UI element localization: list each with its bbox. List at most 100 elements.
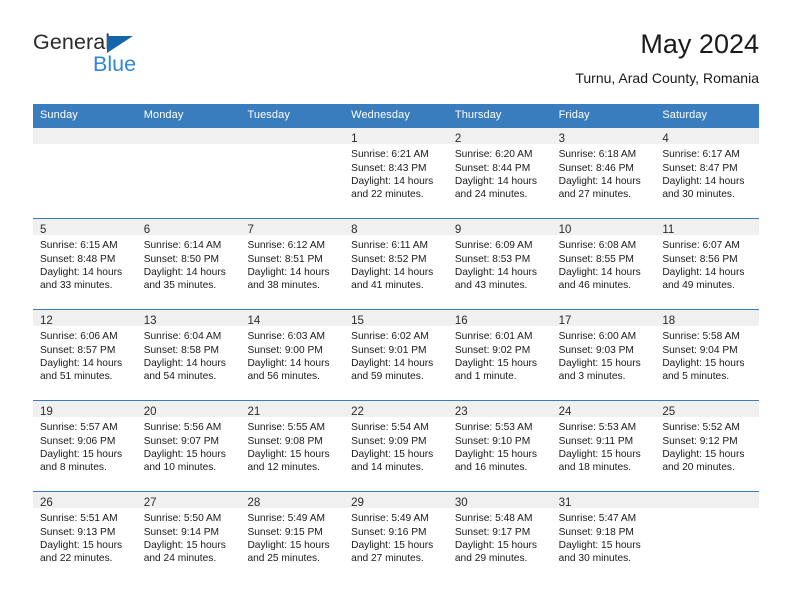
day-number-band: 31 (551, 492, 656, 509)
day-cell[interactable]: 11 Sunrise: 6:07 AM Sunset: 8:56 PM Dayl… (655, 219, 760, 310)
daylight-text-line2: and 1 minute. (454, 371, 517, 383)
daylight-text-line2: and 20 minutes. (662, 462, 735, 474)
sunset-text: Sunset: 9:14 PM (143, 526, 220, 538)
day-cell[interactable]: 19 Sunrise: 5:57 AM Sunset: 9:06 PM Dayl… (33, 401, 137, 492)
day-cell[interactable]: 1 Sunrise: 6:21 AM Sunset: 8:43 PM Dayli… (344, 128, 448, 219)
day-cell[interactable]: 28 Sunrise: 5:49 AM Sunset: 9:15 PM Dayl… (240, 492, 345, 583)
day-cell[interactable]: 24 Sunrise: 5:53 AM Sunset: 9:11 PM Dayl… (551, 401, 656, 492)
day-cell[interactable]: 17 Sunrise: 6:00 AM Sunset: 9:03 PM Dayl… (551, 310, 656, 401)
sunrise-text: Sunrise: 6:03 AM (247, 331, 326, 343)
general-blue-logo[interactable]: General Blue (33, 30, 253, 90)
day-number-band: 19 (33, 401, 137, 418)
day-cell[interactable]: 8 Sunrise: 6:11 AM Sunset: 8:52 PM Dayli… (344, 219, 448, 310)
day-number-band: 13 (136, 310, 241, 327)
day-cell[interactable]: 20 Sunrise: 5:56 AM Sunset: 9:07 PM Dayl… (136, 401, 241, 492)
day-details: Sunrise: 6:12 AM Sunset: 8:51 PM Dayligh… (240, 235, 344, 293)
sunset-text: Sunset: 9:02 PM (454, 344, 531, 356)
day-number: 9 (454, 224, 462, 237)
daylight-text-line2: and 43 minutes. (454, 280, 528, 292)
sunset-text: Sunset: 8:47 PM (662, 162, 738, 174)
day-number-band: 1 (344, 128, 448, 145)
daylight-text-line2: and 22 minutes. (40, 553, 113, 565)
day-number-band: 2 (447, 128, 552, 145)
day-cell[interactable]: 14 Sunrise: 6:03 AM Sunset: 9:00 PM Dayl… (240, 310, 345, 401)
day-cell[interactable]: 9 Sunrise: 6:09 AM Sunset: 8:53 PM Dayli… (447, 219, 552, 310)
day-cell[interactable]: 16 Sunrise: 6:01 AM Sunset: 9:02 PM Dayl… (447, 310, 552, 401)
day-number-band (136, 128, 241, 145)
day-number: 30 (454, 497, 468, 510)
day-cell[interactable]: 30 Sunrise: 5:48 AM Sunset: 9:17 PM Dayl… (447, 492, 552, 583)
day-cell[interactable]: 22 Sunrise: 5:54 AM Sunset: 9:09 PM Dayl… (344, 401, 448, 492)
daylight-text-line2: and 5 minutes. (662, 371, 730, 383)
sunset-text: Sunset: 8:58 PM (143, 344, 220, 356)
weekday-header-thursday: Thursday (454, 109, 502, 121)
calendar-grid: Sunday Monday Tuesday Wednesday Thursday… (33, 104, 760, 583)
day-number-band: 14 (240, 310, 345, 327)
sunset-text: Sunset: 9:16 PM (351, 526, 427, 538)
day-cell[interactable]: 29 Sunrise: 5:49 AM Sunset: 9:16 PM Dayl… (344, 492, 448, 583)
day-cell[interactable] (655, 492, 760, 583)
week-row: 12 Sunrise: 6:06 AM Sunset: 8:57 PM Dayl… (33, 309, 760, 401)
day-cell[interactable]: 13 Sunrise: 6:04 AM Sunset: 8:58 PM Dayl… (136, 310, 241, 401)
day-cell[interactable]: 26 Sunrise: 5:51 AM Sunset: 9:13 PM Dayl… (33, 492, 137, 583)
weekday-header-row: Sunday Monday Tuesday Wednesday Thursday… (33, 104, 759, 128)
day-cell[interactable]: 6 Sunrise: 6:14 AM Sunset: 8:50 PM Dayli… (136, 219, 241, 310)
day-cell[interactable]: 27 Sunrise: 5:50 AM Sunset: 9:14 PM Dayl… (136, 492, 241, 583)
day-cell[interactable]: 18 Sunrise: 5:58 AM Sunset: 9:04 PM Dayl… (655, 310, 760, 401)
daylight-text-line1: Daylight: 15 hours (454, 540, 537, 551)
day-cell[interactable]: 23 Sunrise: 5:53 AM Sunset: 9:10 PM Dayl… (447, 401, 552, 492)
sunset-text: Sunset: 9:07 PM (143, 435, 220, 447)
sunrise-text: Sunrise: 6:21 AM (351, 149, 429, 161)
day-cell[interactable]: 3 Sunrise: 6:18 AM Sunset: 8:46 PM Dayli… (551, 128, 656, 219)
day-details: Sunrise: 5:55 AM Sunset: 9:08 PM Dayligh… (240, 417, 344, 475)
day-details: Sunrise: 6:11 AM Sunset: 8:52 PM Dayligh… (344, 235, 448, 293)
sunrise-text: Sunrise: 6:01 AM (454, 331, 533, 343)
day-cell[interactable]: 2 Sunrise: 6:20 AM Sunset: 8:44 PM Dayli… (447, 128, 552, 219)
weekday-header-sunday: Sunday (40, 109, 78, 121)
day-number-band: 26 (33, 492, 137, 509)
day-details (655, 508, 759, 512)
day-number-band: 4 (655, 128, 760, 145)
daylight-text-line2: and 54 minutes. (143, 371, 217, 383)
sunset-text: Sunset: 8:44 PM (454, 162, 531, 174)
sunrise-text: Sunrise: 5:49 AM (247, 513, 326, 525)
day-cell[interactable]: 15 Sunrise: 6:02 AM Sunset: 9:01 PM Dayl… (344, 310, 448, 401)
day-details: Sunrise: 6:17 AM Sunset: 8:47 PM Dayligh… (655, 144, 759, 202)
day-number: 8 (351, 224, 358, 237)
sunset-text: Sunset: 9:18 PM (558, 526, 634, 538)
day-cell[interactable]: 21 Sunrise: 5:55 AM Sunset: 9:08 PM Dayl… (240, 401, 345, 492)
day-cell[interactable] (136, 128, 241, 219)
day-cell[interactable]: 7 Sunrise: 6:12 AM Sunset: 8:51 PM Dayli… (240, 219, 345, 310)
day-cell[interactable]: 31 Sunrise: 5:47 AM Sunset: 9:18 PM Dayl… (551, 492, 656, 583)
day-cell[interactable]: 5 Sunrise: 6:15 AM Sunset: 8:48 PM Dayli… (33, 219, 137, 310)
day-cell[interactable] (240, 128, 345, 219)
weekday-header-wednesday: Wednesday (351, 109, 410, 121)
day-cell[interactable]: 10 Sunrise: 6:08 AM Sunset: 8:55 PM Dayl… (551, 219, 656, 310)
day-number-band: 20 (136, 401, 241, 418)
sunrise-text: Sunrise: 5:53 AM (558, 422, 637, 434)
day-details: Sunrise: 5:58 AM Sunset: 9:04 PM Dayligh… (655, 326, 759, 384)
sunrise-text: Sunrise: 6:12 AM (247, 240, 326, 252)
daylight-text-line2: and 27 minutes. (351, 553, 424, 565)
day-details: Sunrise: 6:08 AM Sunset: 8:55 PM Dayligh… (552, 235, 656, 293)
daylight-text-line1: Daylight: 15 hours (351, 449, 434, 460)
sunrise-text: Sunrise: 5:49 AM (351, 513, 429, 525)
sunset-text: Sunset: 8:46 PM (558, 162, 634, 174)
day-number: 5 (40, 224, 47, 237)
daylight-text-line2: and 41 minutes. (351, 280, 424, 292)
day-cell[interactable] (33, 128, 137, 219)
daylight-text-line2: and 10 minutes. (143, 462, 217, 474)
day-cell[interactable]: 4 Sunrise: 6:17 AM Sunset: 8:47 PM Dayli… (655, 128, 760, 219)
day-number-band: 6 (136, 219, 241, 236)
day-details: Sunrise: 5:49 AM Sunset: 9:15 PM Dayligh… (240, 508, 344, 566)
daylight-text-line2: and 30 minutes. (558, 553, 632, 565)
day-cell[interactable]: 12 Sunrise: 6:06 AM Sunset: 8:57 PM Dayl… (33, 310, 137, 401)
day-details: Sunrise: 6:07 AM Sunset: 8:56 PM Dayligh… (655, 235, 759, 293)
daylight-text-line2: and 22 minutes. (351, 189, 424, 201)
day-details: Sunrise: 6:02 AM Sunset: 9:01 PM Dayligh… (344, 326, 448, 384)
day-details: Sunrise: 6:00 AM Sunset: 9:03 PM Dayligh… (552, 326, 656, 384)
day-number-band (655, 492, 760, 509)
day-number: 25 (662, 406, 676, 419)
day-cell[interactable]: 25 Sunrise: 5:52 AM Sunset: 9:12 PM Dayl… (655, 401, 760, 492)
daylight-text-line2: and 30 minutes. (662, 189, 735, 201)
